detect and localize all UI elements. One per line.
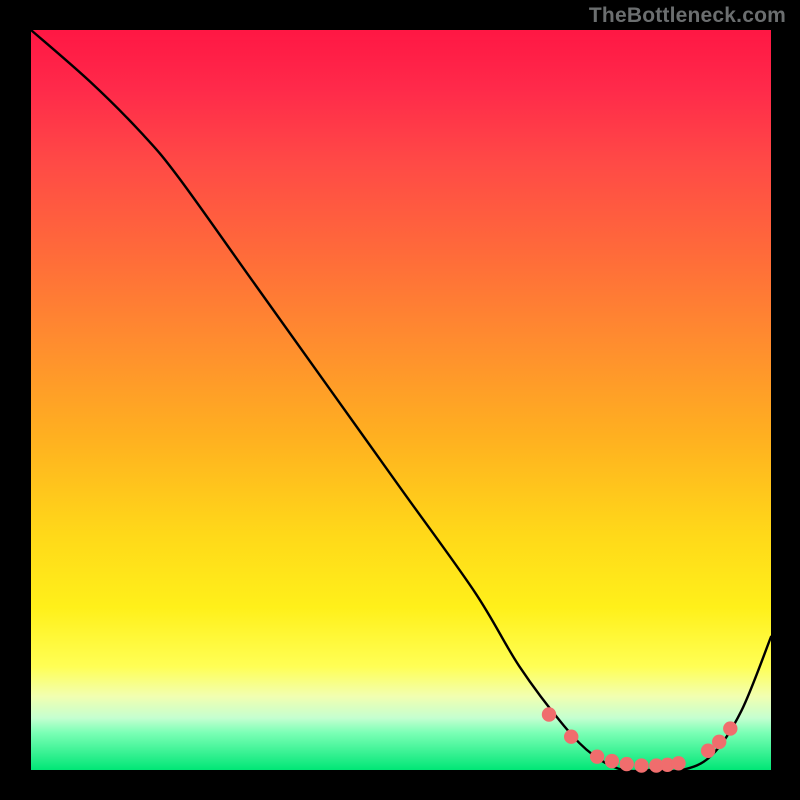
marker-group <box>542 707 738 772</box>
marker-dot <box>712 735 726 749</box>
marker-dot <box>671 756 685 770</box>
marker-dot <box>620 757 634 771</box>
marker-dot <box>542 707 556 721</box>
chart-frame: TheBottleneck.com <box>0 0 800 800</box>
marker-dot <box>590 749 604 763</box>
marker-dot <box>564 730 578 744</box>
marker-dot <box>723 721 737 735</box>
marker-dot <box>634 758 648 772</box>
marker-dot <box>605 754 619 768</box>
chart-svg <box>0 0 800 800</box>
bottleneck-curve <box>31 30 771 771</box>
